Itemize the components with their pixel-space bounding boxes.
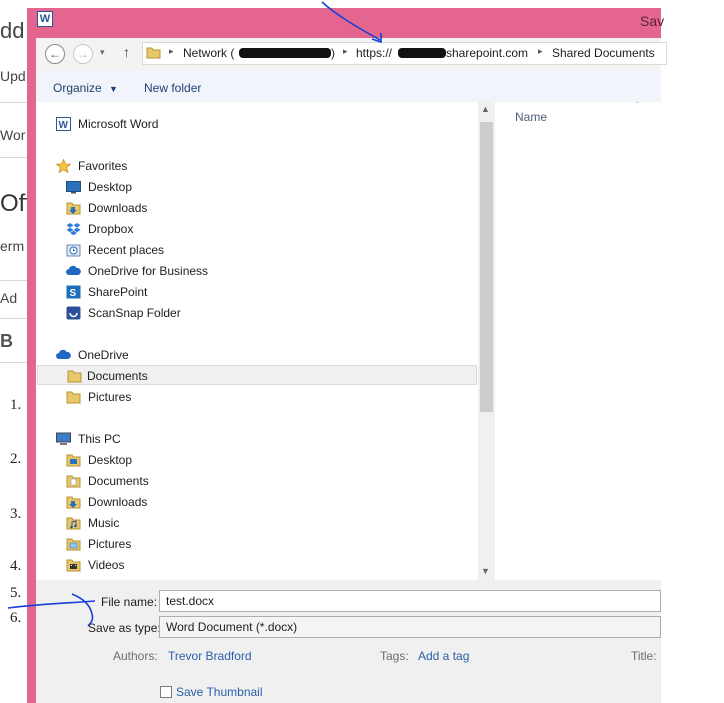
annotation-hook xyxy=(71,593,94,627)
annotation-overlay xyxy=(7,1,382,627)
annotation-arrow-to-filename xyxy=(7,600,96,609)
annotation-arrow-to-address xyxy=(321,1,381,41)
